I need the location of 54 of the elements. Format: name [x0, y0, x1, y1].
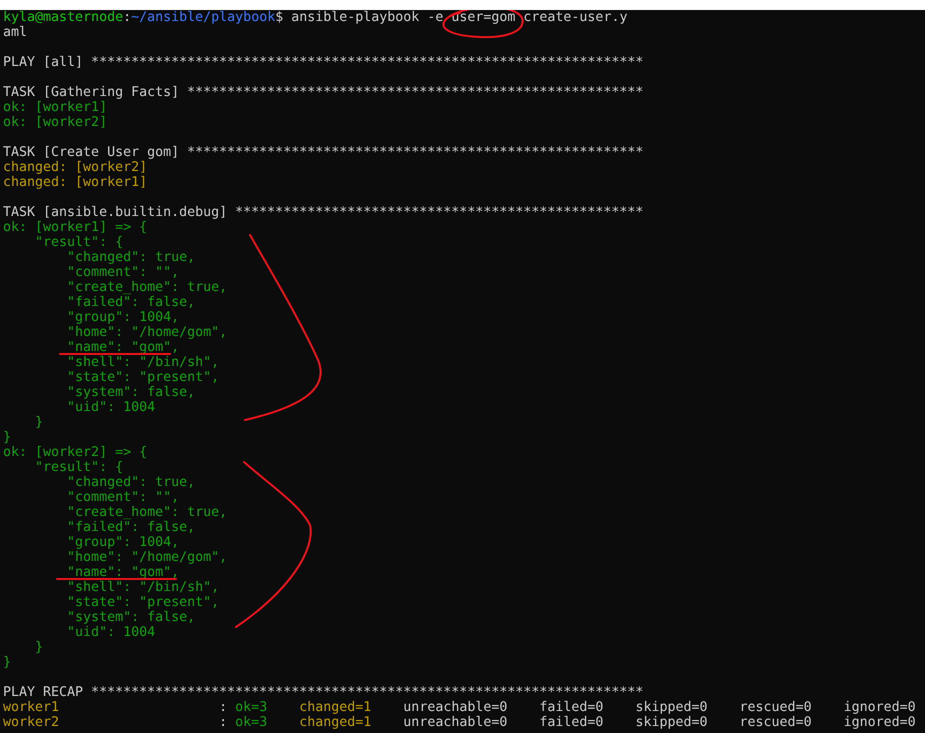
- ok-output: "changed": true,: [66, 250, 196, 263]
- ok-output: "failed": false,: [66, 520, 196, 533]
- changed-output: worker1: [3, 700, 60, 713]
- ok-output: "create_home": true,: [66, 505, 228, 518]
- ok-output: "comment": "",: [66, 265, 180, 278]
- ok-output: ok: [worker2]: [3, 115, 108, 128]
- ok-output: "home": "/home/gom",: [66, 325, 228, 338]
- ok-output: "home": "/home/gom",: [66, 550, 228, 563]
- ok-output: "uid": 1004: [66, 625, 156, 638]
- terminal-text: :: [123, 10, 132, 23]
- ok-output: "create_home": true,: [66, 280, 228, 293]
- ok-output: }: [3, 655, 12, 668]
- terminal-text: TASK [ansible.builtin.debug] ***************************************************: [3, 205, 644, 218]
- ok-output: "shell": "/bin/sh",: [66, 580, 220, 593]
- ok-output: "name": "gom",: [66, 565, 180, 578]
- terminal-text: TASK [Create User gom] *********************************************************: [3, 145, 644, 158]
- terminal-text: :: [218, 715, 228, 728]
- ok-output: ok: [worker1]: [3, 100, 108, 113]
- terminal-text: unreachable=0 failed=0 skipped=0 rescued=0 ignored=0: [402, 700, 916, 713]
- terminal-text: PLAY [all] *********************************************************************: [3, 55, 644, 68]
- ok-output: ok: [worker1] => {: [3, 220, 148, 233]
- ok-output: "comment": "",: [66, 490, 180, 503]
- terminal-text: TASK [Gathering Facts] *********************************************************: [3, 85, 644, 98]
- changed-output: changed=1: [299, 700, 372, 713]
- ok-output: "result": {: [34, 235, 124, 248]
- changed-output: changed=1: [299, 715, 372, 728]
- ok-output: "result": {: [34, 460, 124, 473]
- ok-output: }: [34, 640, 44, 653]
- terminal-text: unreachable=0 failed=0 skipped=0 rescued=0 ignored=0: [402, 715, 916, 728]
- ok-output: ok=3: [235, 715, 268, 728]
- prompt-path: ~/ansible/playbook: [131, 10, 276, 23]
- ok-output: "state": "present",: [66, 595, 220, 608]
- ok-output: }: [34, 415, 44, 428]
- ok-output: "group": 1004,: [66, 310, 180, 323]
- ok-output: "system": false,: [66, 610, 196, 623]
- ok-output: ok: [worker2] => {: [3, 445, 148, 458]
- terminal-text: PLAY RECAP *********************************************************************: [3, 685, 644, 698]
- terminal-text: :: [218, 700, 228, 713]
- ok-output: "changed": true,: [66, 475, 196, 488]
- terminal-text: $ ansible-playbook -e user=gom create-user.y: [275, 10, 628, 23]
- ok-output: "system": false,: [66, 385, 196, 398]
- terminal-text: aml: [3, 25, 28, 38]
- ok-output: "failed": false,: [66, 295, 196, 308]
- ok-output: }: [3, 430, 12, 443]
- changed-output: changed: [worker1]: [3, 175, 148, 188]
- ok-output: "name": "gom",: [66, 340, 180, 353]
- ok-output: ok=3: [235, 700, 268, 713]
- ok-output: "uid": 1004: [66, 400, 156, 413]
- ok-output: "state": "present",: [66, 370, 220, 383]
- ok-output: "shell": "/bin/sh",: [66, 355, 220, 368]
- prompt-user: kyla@masternode: [3, 10, 124, 23]
- ok-output: "group": 1004,: [66, 535, 180, 548]
- changed-output: changed: [worker2]: [3, 160, 148, 173]
- changed-output: worker2: [3, 715, 60, 728]
